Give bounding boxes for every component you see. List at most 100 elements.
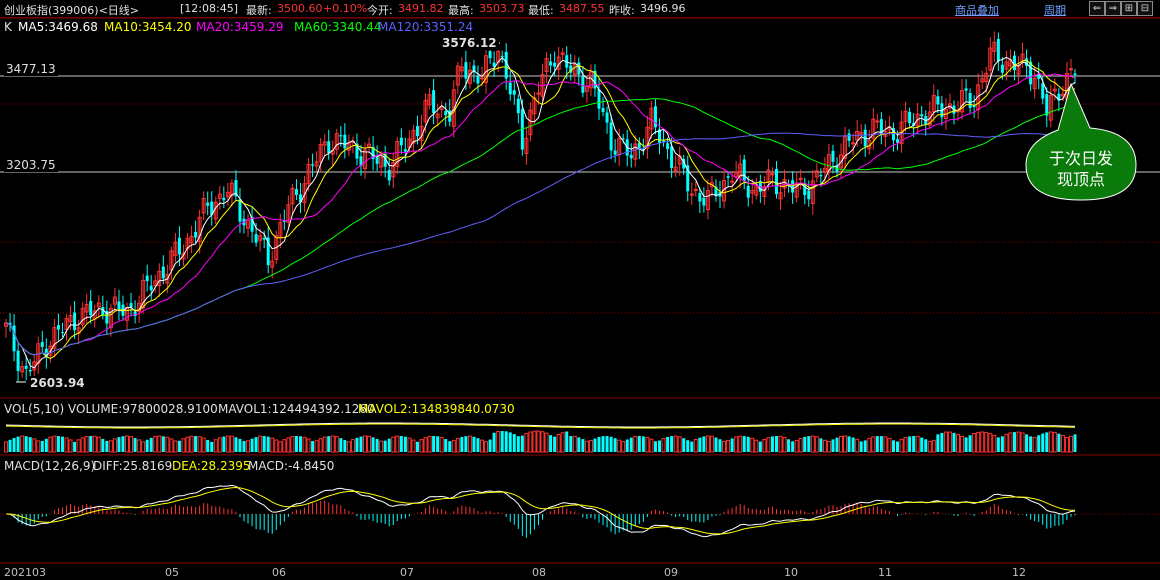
volume-bar [839, 435, 844, 453]
volume-bar [677, 436, 682, 453]
volume-bar [302, 436, 307, 453]
volume-bar [843, 435, 848, 453]
volume-bar [472, 436, 476, 452]
volume-bar [714, 437, 718, 452]
volume-bar [807, 436, 811, 452]
candle-body [403, 149, 407, 152]
volume-bar [451, 440, 456, 453]
volume-bar [738, 435, 743, 453]
volume-bar [363, 435, 368, 453]
candle-body [262, 237, 266, 240]
candle-body [968, 92, 972, 108]
volume-bar [80, 437, 85, 453]
volume-bar [189, 435, 194, 453]
volume-bar [246, 440, 251, 453]
x-tick-8: 12 [1012, 566, 1026, 579]
volume-bar [36, 440, 41, 453]
volume-bar [633, 435, 638, 453]
candle-body [294, 189, 298, 195]
volume-bar [734, 436, 739, 453]
candle-body [609, 122, 613, 151]
volume-bar [1045, 432, 1049, 452]
grid-lines [0, 17, 1160, 564]
candle-body [1041, 83, 1045, 99]
volume-bar [68, 439, 73, 453]
volume-bar [222, 436, 226, 452]
volume-bar [621, 441, 626, 453]
volume-bar [411, 439, 416, 453]
volume-bar [213, 439, 218, 453]
volume-bar [210, 441, 214, 452]
volume-bar [314, 440, 319, 453]
macd-legend: MACD(12,26,9) DIFF:25.8169 DEA:28.2395 M… [0, 459, 1160, 475]
candle-body [149, 285, 153, 291]
volume-bar [185, 436, 190, 453]
ma60-line [5, 98, 1076, 356]
volume-bar [814, 436, 819, 453]
volume-bar [859, 441, 863, 452]
candle-body [964, 88, 968, 91]
volume-bar [101, 438, 105, 452]
candle-body [194, 231, 198, 238]
volume-bar [1060, 434, 1065, 453]
candle-body [819, 174, 823, 177]
volume-bar [8, 439, 12, 452]
price-level-high: 3477.13 [4, 62, 58, 76]
volume-bar [117, 437, 121, 452]
volume-bar [693, 438, 698, 453]
volume-bar [242, 441, 246, 452]
volume-bar [436, 436, 440, 452]
candle-body [1000, 64, 1004, 73]
volume-bar [234, 437, 238, 452]
candle-body [702, 197, 706, 206]
volume-bar [569, 436, 573, 452]
stock-chart[interactable] [0, 0, 1160, 580]
candle-body [12, 325, 16, 352]
volume-bar [798, 437, 803, 453]
volume-bar [520, 435, 524, 452]
annotation-callout [16, 42, 1137, 383]
volume-bar [601, 436, 605, 452]
volume-bar [387, 438, 391, 452]
volume-bar [722, 440, 727, 453]
volume-bar [24, 436, 28, 452]
volume-bar [359, 436, 363, 452]
volume-bar [1020, 432, 1025, 453]
candle-body [177, 237, 181, 255]
volume-bar [936, 434, 940, 452]
volume-bar [197, 436, 202, 453]
volume-bar [371, 437, 375, 452]
volume-bar [912, 436, 916, 452]
candle-body [807, 190, 811, 200]
volume-bar [250, 438, 254, 452]
volume-bar [439, 436, 444, 453]
volume-bar [588, 440, 593, 453]
candle-body [476, 76, 480, 84]
volume-bar [778, 435, 783, 453]
volume-bar [883, 436, 888, 453]
volume-bar [294, 436, 298, 452]
candle-body [508, 82, 512, 95]
volume-bar [391, 436, 396, 453]
volume-bar [774, 436, 778, 452]
volume-bar [746, 436, 750, 452]
volume-bar [52, 435, 57, 453]
volume-bar [4, 441, 8, 453]
ma10-line [5, 59, 1076, 360]
volume-bar [306, 438, 311, 453]
volume-bar [262, 436, 266, 452]
volume-bar [1004, 433, 1009, 453]
volume-bar [581, 439, 585, 452]
volume-bar [980, 431, 985, 453]
volume-bar [322, 436, 327, 453]
volume-bar [625, 439, 629, 452]
candle-body [161, 266, 165, 279]
candle-body [613, 150, 617, 155]
volume-bar [593, 438, 597, 452]
volume-bar [879, 436, 883, 452]
volume-bar [133, 438, 137, 452]
volume-bar [791, 441, 795, 452]
volume-bar [637, 436, 641, 452]
volume-bar [56, 436, 60, 452]
volume-bar [803, 436, 807, 452]
